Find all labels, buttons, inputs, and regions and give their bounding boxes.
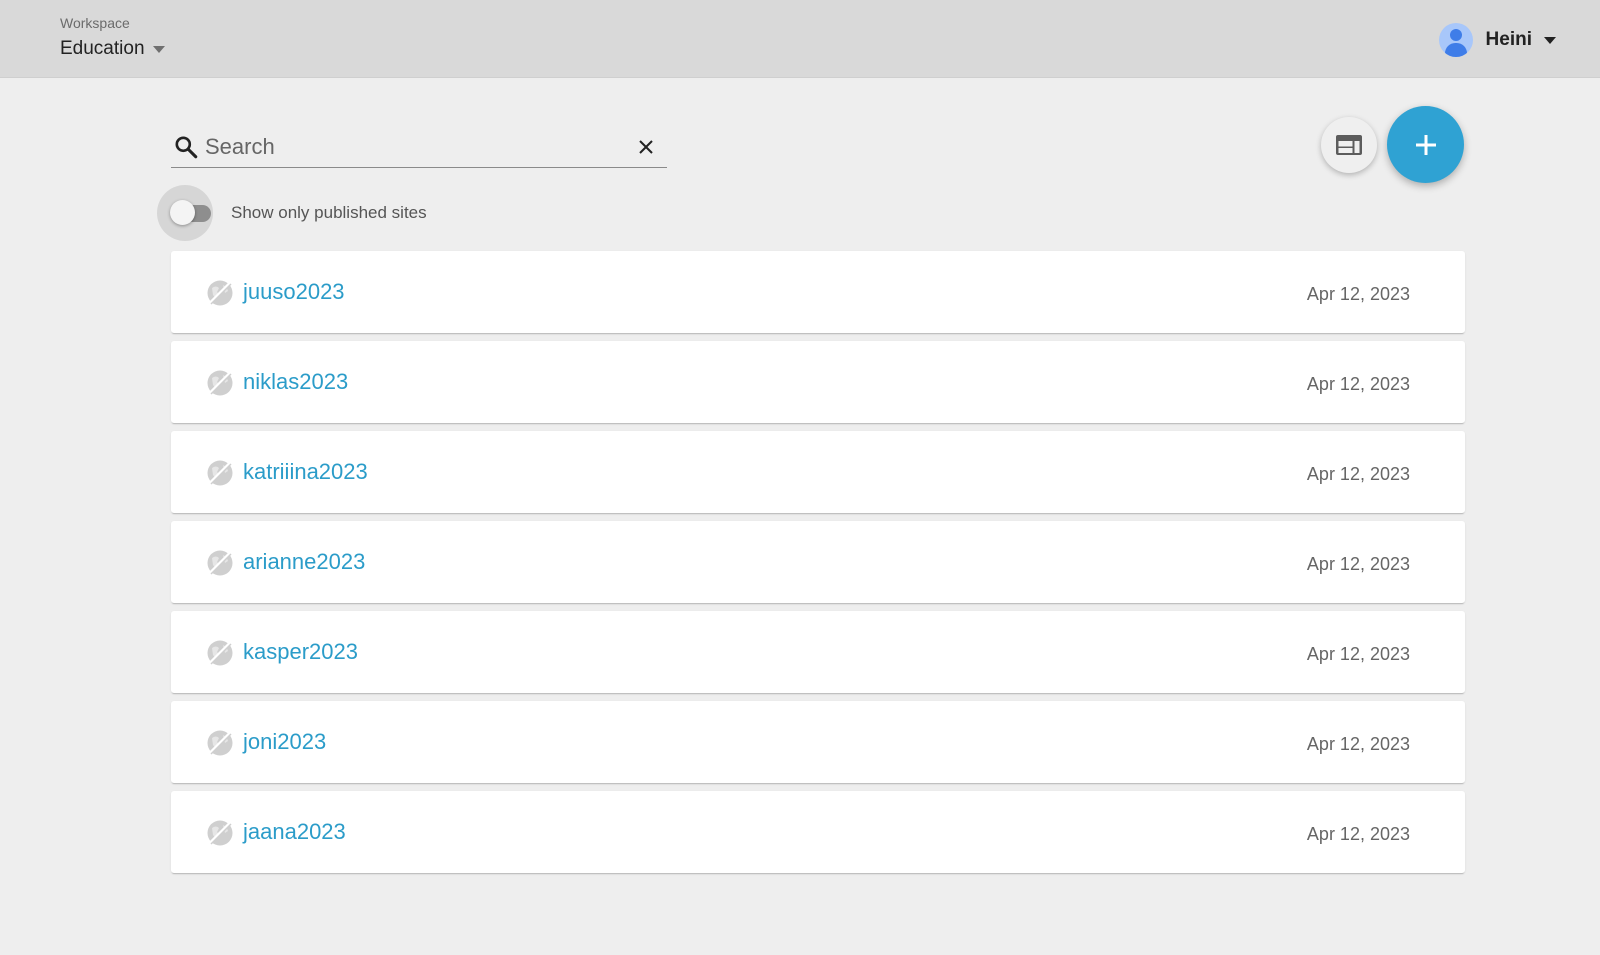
unpublished-globe-icon [207,730,233,756]
site-list-item[interactable]: kasper2023 Apr 12, 2023 [171,611,1465,693]
site-date: Apr 12, 2023 [1306,734,1410,754]
layout-view-button[interactable] [1321,117,1377,173]
site-date: Apr 12, 2023 [1306,374,1410,394]
add-site-button[interactable] [1387,106,1464,183]
site-list-item[interactable]: joni2023 Apr 12, 2023 [171,701,1465,783]
published-filter: Show only published sites [157,185,427,241]
workspace-selector[interactable]: Education [60,38,165,60]
avatar-body [1444,43,1467,57]
site-list-item[interactable]: niklas2023 Apr 12, 2023 [171,341,1465,423]
unpublished-globe-icon [207,550,233,576]
site-name-link[interactable]: juuso2023 [243,279,345,305]
unpublished-globe-icon [207,640,233,666]
site-date: Apr 12, 2023 [1306,464,1410,484]
site-date: Apr 12, 2023 [1306,554,1410,574]
site-list-item[interactable]: juuso2023 Apr 12, 2023 [171,251,1465,333]
site-name-link[interactable]: niklas2023 [243,369,348,395]
published-only-label: Show only published sites [231,203,427,222]
chevron-down-icon [1544,36,1556,44]
site-date: Apr 12, 2023 [1306,284,1410,304]
unpublished-globe-icon [207,280,233,306]
user-menu[interactable]: Heini [1438,23,1556,57]
chevron-down-icon [152,45,165,53]
clear-search-icon[interactable] [637,138,655,156]
plus-icon [1415,134,1436,155]
web-layout-icon [1336,135,1362,155]
site-list: juuso2023 Apr 12, 2023 niklas2023 Apr 12… [171,251,1465,881]
site-date: Apr 12, 2023 [1306,644,1410,664]
site-name-link[interactable]: arianne2023 [243,549,365,575]
published-only-toggle[interactable] [157,185,213,241]
site-name-link[interactable]: katriiina2023 [243,459,368,485]
avatar [1438,23,1473,57]
site-list-item[interactable]: katriiina2023 Apr 12, 2023 [171,431,1465,513]
search-input[interactable] [203,132,627,161]
workspace-name: Education [60,38,145,59]
site-date: Apr 12, 2023 [1306,824,1410,844]
toggle-thumb [170,200,195,225]
site-list-item[interactable]: arianne2023 Apr 12, 2023 [171,521,1465,603]
workspace-label: Workspace [60,15,130,31]
search-icon [175,135,198,158]
user-name: Heini [1485,29,1532,50]
unpublished-globe-icon [207,460,233,486]
search-field [171,126,667,168]
unpublished-globe-icon [207,820,233,846]
avatar-head [1449,29,1462,41]
site-name-link[interactable]: kasper2023 [243,639,358,665]
unpublished-globe-icon [207,370,233,396]
site-name-link[interactable]: joni2023 [243,729,326,755]
site-list-item[interactable]: jaana2023 Apr 12, 2023 [171,791,1465,873]
top-bar: Workspace Education Heini [0,0,1600,78]
site-name-link[interactable]: jaana2023 [243,819,346,845]
